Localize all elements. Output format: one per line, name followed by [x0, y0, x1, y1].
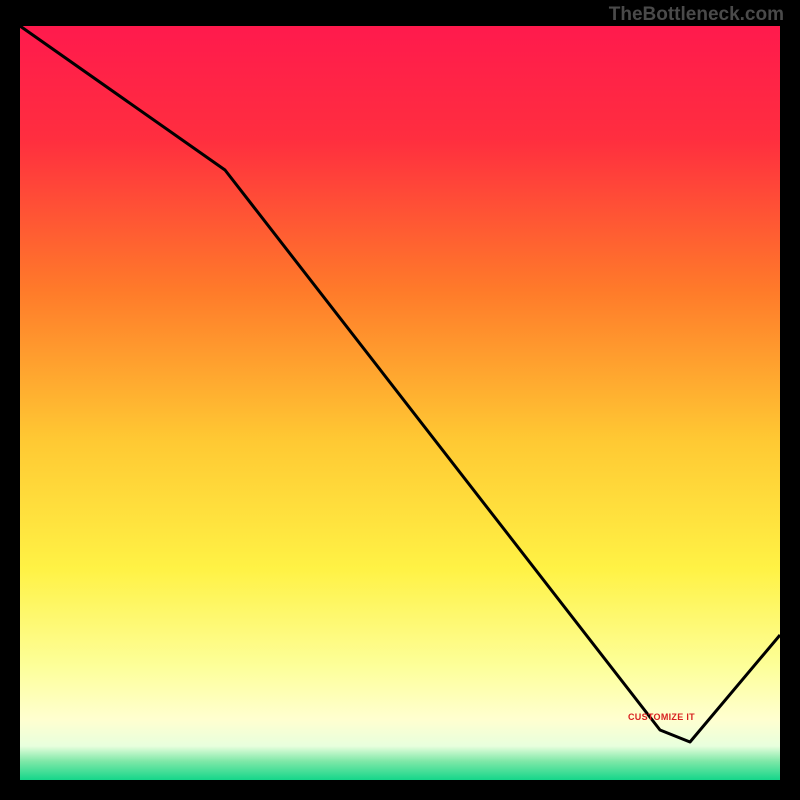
attribution-label: TheBottleneck.com [609, 4, 784, 26]
customize-annotation: CUSTOMIZE IT [628, 712, 695, 722]
chart-plot-area [20, 26, 780, 780]
chart-canvas [0, 0, 800, 800]
